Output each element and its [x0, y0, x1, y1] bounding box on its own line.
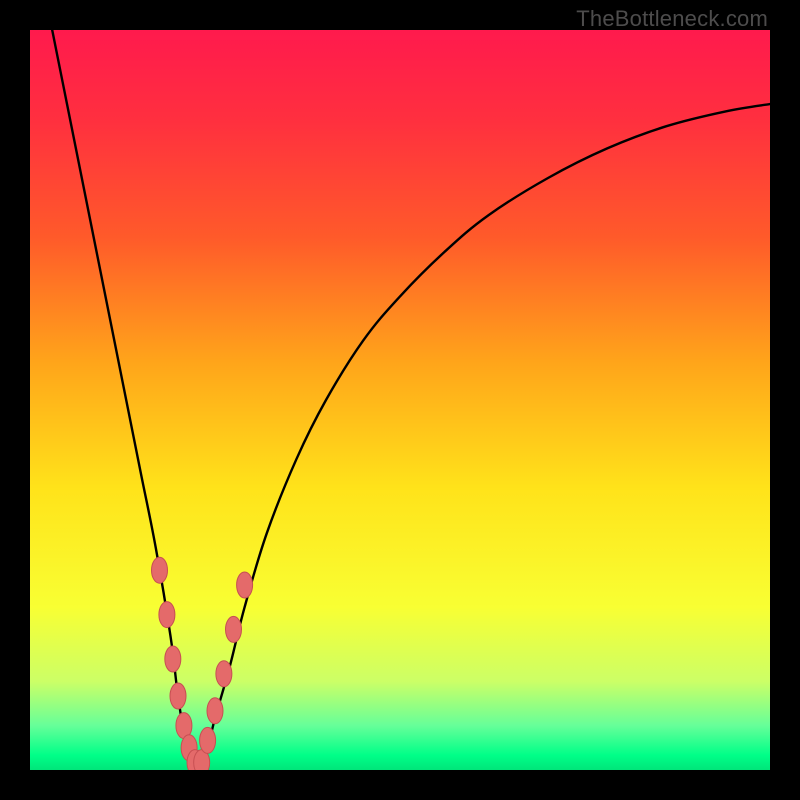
marker-point: [152, 557, 168, 583]
marker-point: [226, 616, 242, 642]
bottleneck-chart: [30, 30, 770, 770]
gradient-background: [30, 30, 770, 770]
marker-point: [216, 661, 232, 687]
marker-point: [200, 727, 216, 753]
marker-point: [159, 602, 175, 628]
marker-point: [237, 572, 253, 598]
watermark-text: TheBottleneck.com: [576, 6, 768, 32]
marker-point: [170, 683, 186, 709]
marker-point: [207, 698, 223, 724]
chart-frame: [30, 30, 770, 770]
marker-point: [165, 646, 181, 672]
